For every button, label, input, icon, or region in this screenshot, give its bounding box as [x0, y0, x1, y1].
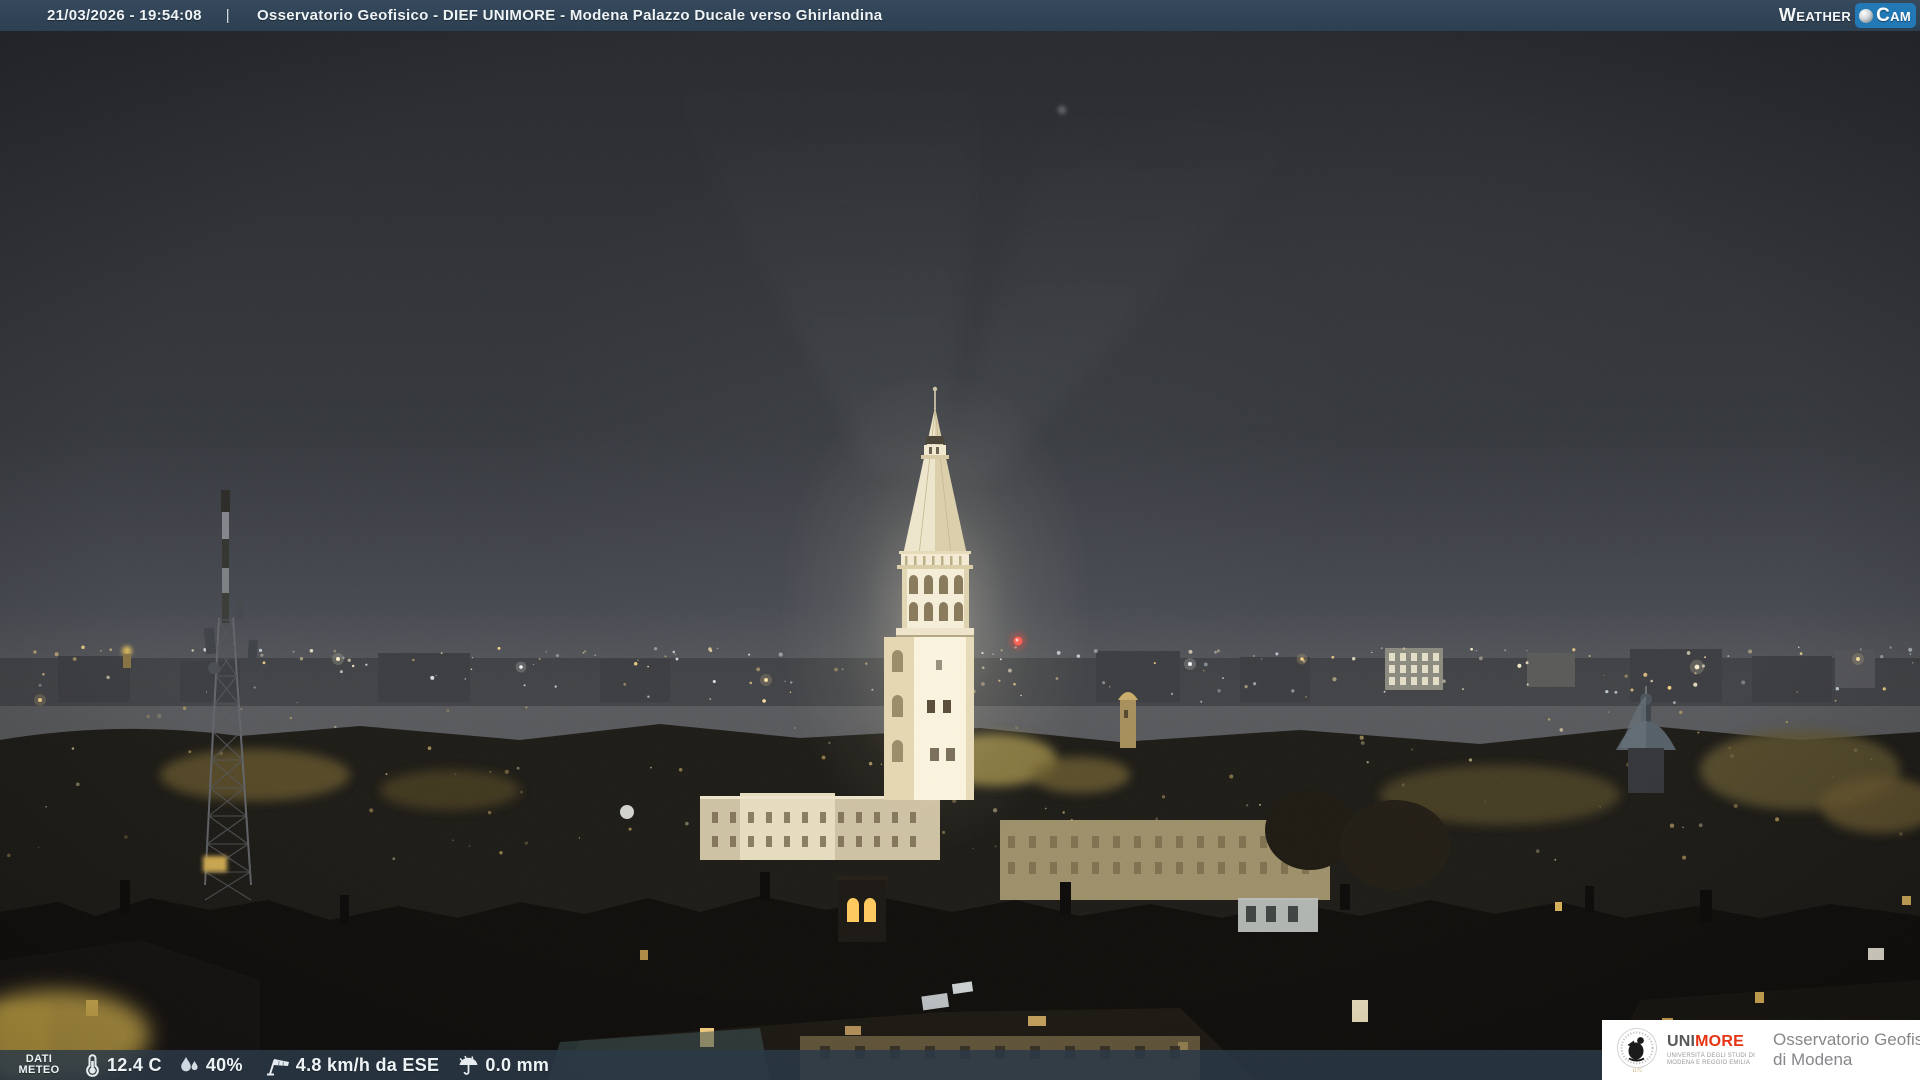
sensor-grain	[0, 0, 1920, 1080]
weathercam-logo: Weather Cam	[1779, 3, 1916, 28]
wind-icon	[266, 1059, 289, 1076]
rain-reading: 0.0 mm	[456, 1054, 549, 1076]
separator: |	[225, 7, 230, 24]
unimore-wordmark: UNIMORE UNIVERSITÀ DEGLI STUDI DI MODENA…	[1667, 1032, 1756, 1066]
rain-icon	[459, 1055, 478, 1075]
crest-year: 1175	[1632, 1069, 1642, 1074]
webcam-page: 21/03/2026 - 19:54:08 | Osservatorio Geo…	[0, 0, 1920, 1080]
observatory-name: Osservatorio Geofisico di Modena	[1773, 1030, 1920, 1069]
weather-readings: 12.4 C 40% 4.8 km/h da ESE 0.0 mm	[83, 1053, 549, 1077]
webcam-photo	[0, 0, 1920, 1080]
weathercam-weather-label: Weather	[1778, 5, 1852, 25]
camera-title: Osservatorio Geofisico - DIEF UNIMORE - …	[256, 7, 883, 24]
weathercam-cam-label: Cam	[1876, 4, 1911, 26]
globe-icon	[1859, 8, 1874, 23]
thermometer-icon	[86, 1054, 99, 1077]
humidity-reading: 40%	[178, 1054, 243, 1076]
timestamp: 21/03/2026 - 19:54:08	[47, 7, 202, 24]
weathercam-badge: Cam	[1855, 3, 1916, 28]
wind-reading: 4.8 km/h da ESE	[265, 1054, 440, 1076]
unimore-crest-icon: 1175	[1617, 1028, 1657, 1074]
humidity-icon	[181, 1057, 198, 1072]
temperature-reading: 12.4 C	[83, 1053, 162, 1077]
header-bar: 21/03/2026 - 19:54:08 | Osservatorio Geo…	[0, 0, 1920, 31]
dati-meteo-label: DATI METEO	[18, 1053, 60, 1076]
unimore-logo-box: 1175 UNIMORE UNIVERSITÀ DEGLI STUDI DI M…	[1602, 1020, 1920, 1080]
